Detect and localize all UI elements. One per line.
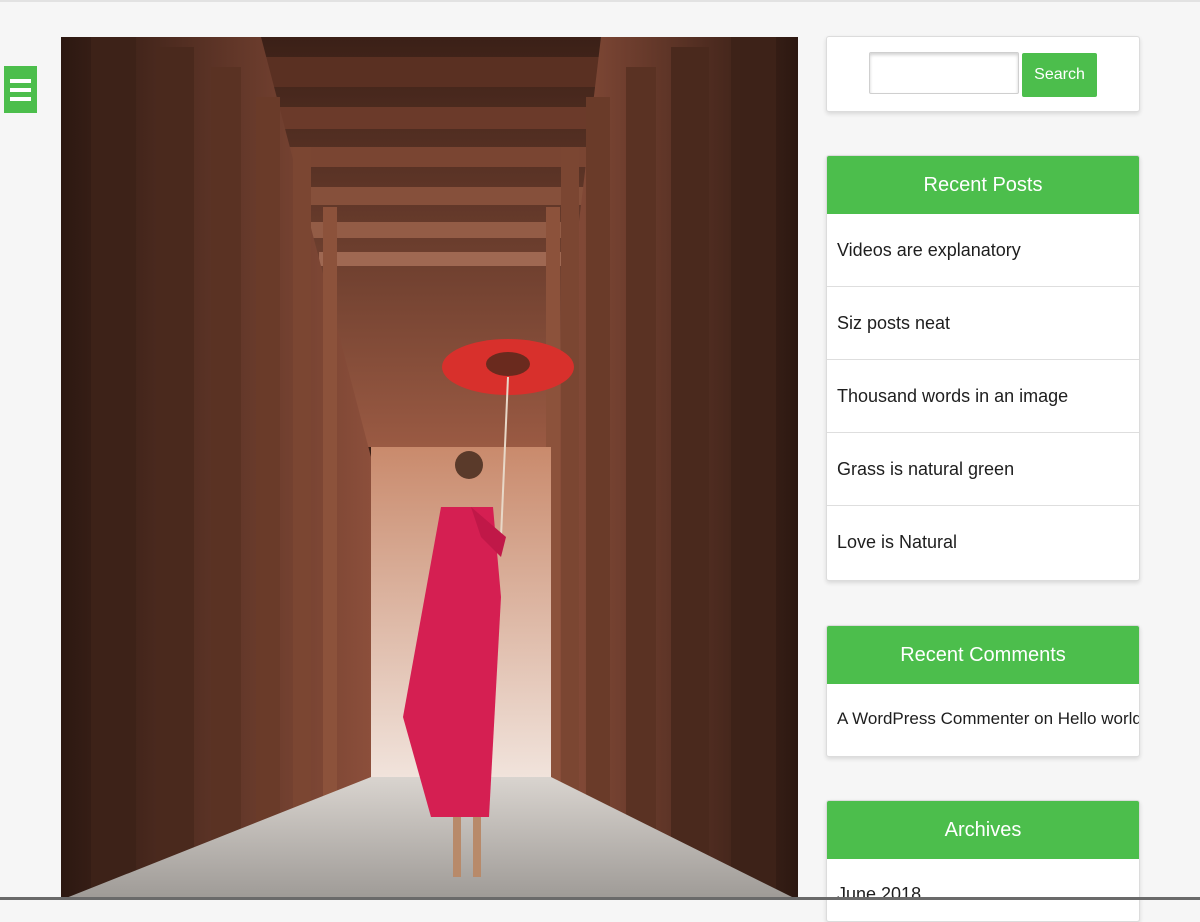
archives-widget: Archives June 2018 [826,800,1140,922]
archives-list: June 2018 [827,859,1139,921]
archives-title: Archives [827,801,1139,859]
top-border [0,0,1200,2]
menu-bar [10,96,31,101]
featured-image[interactable] [61,37,798,900]
search-input[interactable] [869,52,1019,94]
recent-comments-widget: Recent Comments A WordPress Commenter on… [826,625,1140,757]
recent-comment-link[interactable]: A WordPress Commenter on Hello world! [827,684,1139,754]
recent-comments-title: Recent Comments [827,626,1139,684]
recent-post-link[interactable]: Love is Natural [827,505,1139,578]
menu-bar [10,87,31,92]
recent-posts-list: Videos are explanatory Siz posts neat Th… [827,214,1139,578]
search-widget: Search [826,36,1140,112]
search-button[interactable]: Search [1022,53,1097,97]
recent-post-link[interactable]: Siz posts neat [827,286,1139,359]
archive-link[interactable]: June 2018 [827,859,1139,921]
recent-posts-widget: Recent Posts Videos are explanatory Siz … [826,155,1140,581]
recent-comments-list: A WordPress Commenter on Hello world! [827,684,1139,754]
menu-bar [10,78,31,83]
recent-post-link[interactable]: Videos are explanatory [827,214,1139,286]
recent-posts-title: Recent Posts [827,156,1139,214]
featured-image-illustration [61,37,798,900]
hamburger-menu-icon[interactable] [4,66,37,113]
recent-post-link[interactable]: Grass is natural green [827,432,1139,505]
recent-post-link[interactable]: Thousand words in an image [827,359,1139,432]
